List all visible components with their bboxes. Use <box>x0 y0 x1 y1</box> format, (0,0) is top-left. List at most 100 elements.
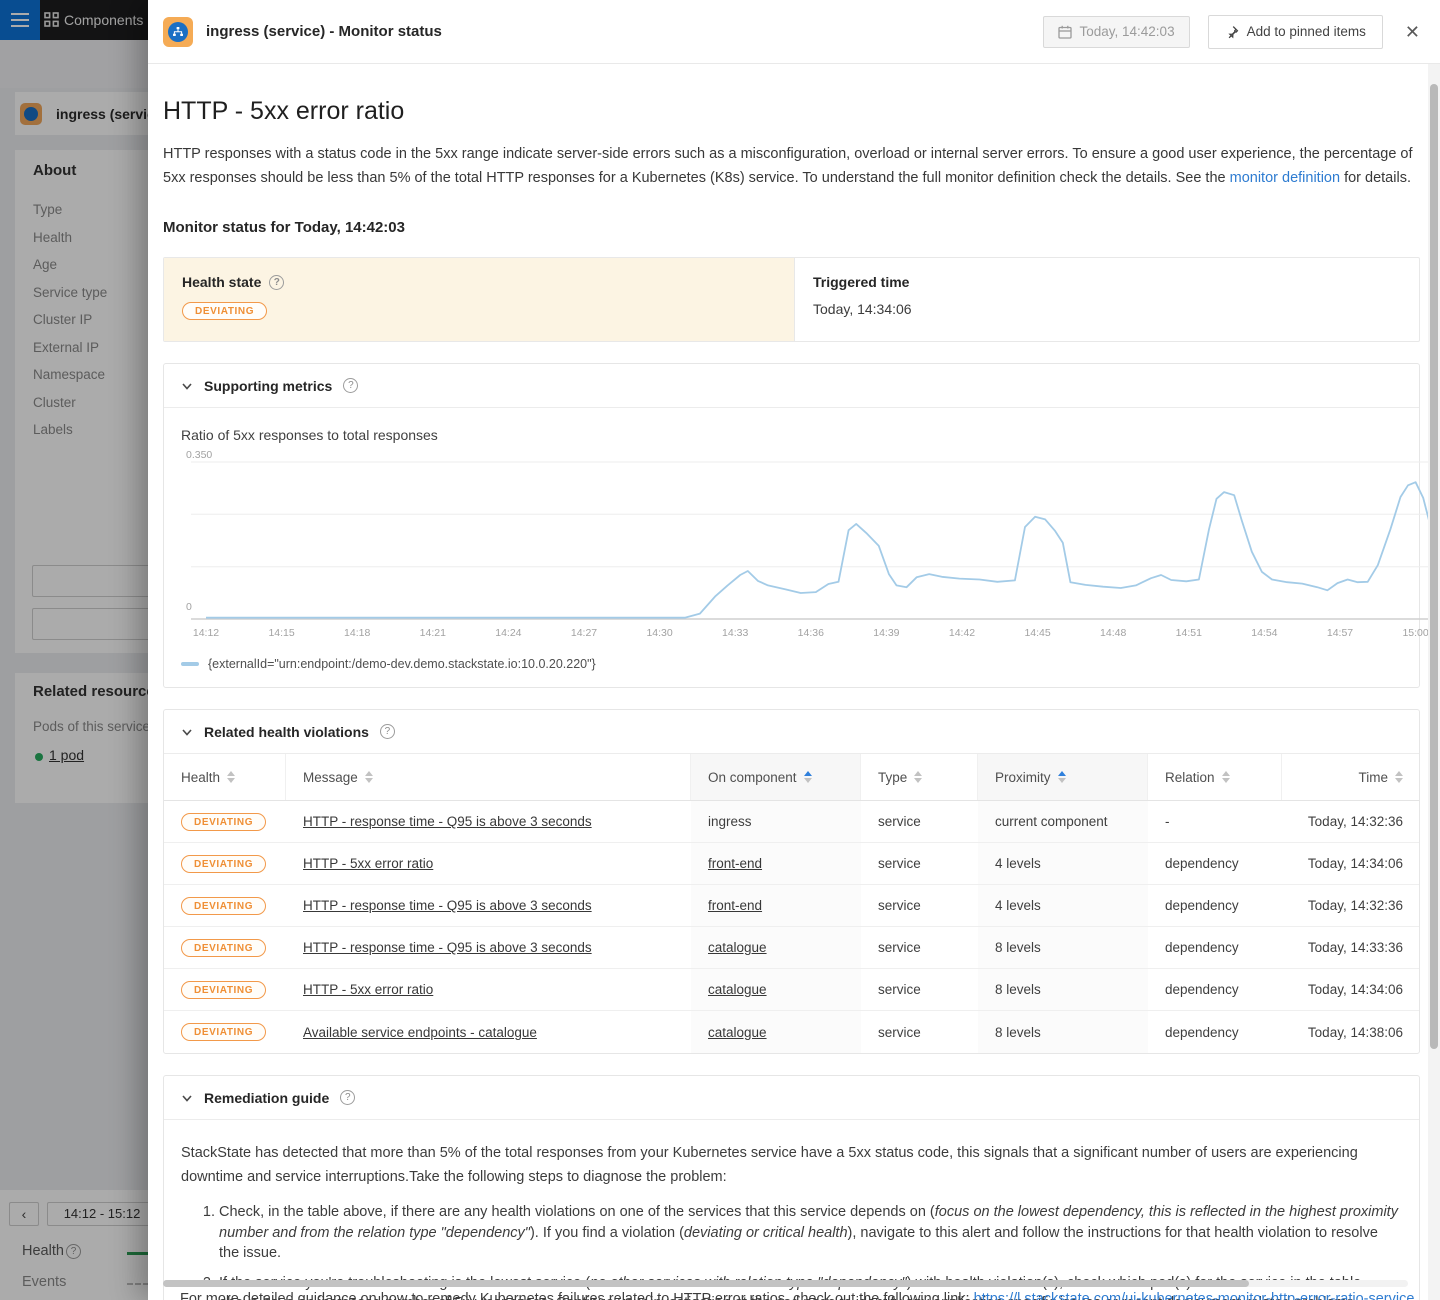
help-icon[interactable]: ? <box>343 378 358 393</box>
monitor-status-modal: ingress (service) - Monitor status Today… <box>148 0 1440 1300</box>
violation-message-link[interactable]: HTTP - response time - Q95 is above 3 se… <box>303 898 592 913</box>
remediation-header[interactable]: Remediation guide ? <box>164 1076 1419 1120</box>
chevron-down-icon <box>181 726 193 738</box>
pin-icon <box>1225 25 1239 39</box>
health-state-label: Health state <box>182 274 261 290</box>
x-tick-label: 14:15 <box>268 627 294 639</box>
type-cell: service <box>861 1025 978 1040</box>
violation-message-link[interactable]: HTTP - 5xx error ratio <box>303 982 433 997</box>
message-cell: HTTP - 5xx error ratio <box>286 982 691 997</box>
table-row: DEVIATING Available service endpoints - c… <box>164 1011 1419 1053</box>
proximity-cell: current component <box>978 801 1148 842</box>
health-state-section: Health state ? DEVIATING <box>164 258 794 341</box>
component-link[interactable]: catalogue <box>708 1025 767 1040</box>
table-row: DEVIATING HTTP - response time - Q95 is a… <box>164 801 1419 843</box>
table-row: DEVIATING HTTP - response time - Q95 is a… <box>164 885 1419 927</box>
relation-cell: dependency <box>1148 856 1282 871</box>
triggered-time-section: Triggered time Today, 14:34:06 <box>794 258 1419 341</box>
table-row: DEVIATING HTTP - response time - Q95 is a… <box>164 927 1419 969</box>
relation-cell: dependency <box>1148 1025 1282 1040</box>
legend-swatch <box>181 662 199 666</box>
remediation-guide-section: Remediation guide ? StackState has detec… <box>163 1075 1420 1300</box>
column-header-health[interactable]: Health <box>164 754 286 800</box>
violations-table-body: DEVIATING HTTP - response time - Q95 is a… <box>164 801 1419 1053</box>
inline-link[interactable]: monitor definition <box>1230 170 1340 186</box>
help-icon[interactable]: ? <box>269 275 284 290</box>
x-tick-label: 14:21 <box>420 627 446 639</box>
type-cell: service <box>861 898 978 913</box>
close-button[interactable]: ✕ <box>1405 23 1420 41</box>
violations-header[interactable]: Related health violations ? <box>164 710 1419 754</box>
violation-message-link[interactable]: Available service endpoints - catalogue <box>303 1025 537 1040</box>
chart-legend[interactable]: {externalId="urn:endpoint:/demo-dev.demo… <box>181 657 1419 671</box>
health-cell: DEVIATING <box>164 855 286 873</box>
help-icon[interactable]: ? <box>380 724 395 739</box>
x-tick-label: 14:18 <box>344 627 370 639</box>
chevron-down-icon <box>181 380 193 392</box>
component-cell: catalogue <box>691 1011 861 1053</box>
violation-message-link[interactable]: HTTP - response time - Q95 is above 3 se… <box>303 814 592 829</box>
component-cell: ingress <box>691 801 861 842</box>
sort-icon <box>1058 771 1066 783</box>
triggered-time-label: Triggered time <box>813 274 909 290</box>
line-chart[interactable]: 0.350 0 14:1214:1514:1814:2114:2414:2714… <box>191 455 1429 643</box>
component-link[interactable]: catalogue <box>708 982 767 997</box>
modal-header: ingress (service) - Monitor status Today… <box>148 0 1440 64</box>
health-state-box: Health state ? DEVIATING Triggered time … <box>163 257 1420 342</box>
supporting-metrics-header[interactable]: Supporting metrics ? <box>164 364 1419 408</box>
section-title: Remediation guide <box>204 1090 329 1106</box>
vertical-scrollbar-thumb[interactable] <box>1430 84 1438 1049</box>
column-header-on-component[interactable]: On component <box>691 754 861 800</box>
health-cell: DEVIATING <box>164 897 286 915</box>
x-tick-label: 14:51 <box>1176 627 1202 639</box>
sort-icon <box>1395 771 1403 783</box>
date-time-button[interactable]: Today, 14:42:03 <box>1043 16 1190 48</box>
column-header-message[interactable]: Message <box>286 754 691 800</box>
status-badge: DEVIATING <box>181 813 266 831</box>
relation-cell: dependency <box>1148 982 1282 997</box>
component-link[interactable]: catalogue <box>708 940 767 955</box>
column-header-type[interactable]: Type <box>861 754 978 800</box>
time-cell: Today, 14:32:36 <box>1282 898 1419 913</box>
proximity-cell: 4 levels <box>978 843 1148 884</box>
proximity-cell: 8 levels <box>978 1011 1148 1053</box>
add-to-pinned-items-button[interactable]: Add to pinned items <box>1208 15 1383 49</box>
horizontal-scrollbar-thumb[interactable] <box>163 1280 1249 1287</box>
component-link[interactable]: front-end <box>708 856 762 871</box>
proximity-cell: 8 levels <box>978 927 1148 968</box>
vertical-scrollbar-track[interactable] <box>1428 64 1440 1300</box>
proximity-cell: 8 levels <box>978 969 1148 1010</box>
component-link[interactable]: front-end <box>708 898 762 913</box>
status-badge: DEVIATING <box>182 302 267 320</box>
section-title: Related health violations <box>204 724 369 740</box>
legend-label: {externalId="urn:endpoint:/demo-dev.demo… <box>208 657 596 671</box>
triggered-time-value: Today, 14:34:06 <box>813 301 1401 317</box>
status-badge: DEVIATING <box>181 939 266 957</box>
proximity-cell: 4 levels <box>978 885 1148 926</box>
status-badge: DEVIATING <box>181 981 266 999</box>
column-header-proximity[interactable]: Proximity <box>978 754 1148 800</box>
relation-cell: - <box>1148 814 1282 829</box>
table-row: DEVIATING HTTP - 5xx error ratio catalogue… <box>164 969 1419 1011</box>
status-badge: DEVIATING <box>181 1023 266 1041</box>
modal-title: ingress (service) - Monitor status <box>206 23 1043 40</box>
table-row: DEVIATING HTTP - 5xx error ratio front-end… <box>164 843 1419 885</box>
time-cell: Today, 14:34:06 <box>1282 982 1419 997</box>
violation-message-link[interactable]: HTTP - 5xx error ratio <box>303 856 433 871</box>
remediation-intro: StackState has detected that more than 5… <box>181 1142 1396 1189</box>
column-header-relation[interactable]: Relation <box>1148 754 1282 800</box>
type-cell: service <box>861 982 978 997</box>
sort-icon <box>227 771 235 783</box>
column-header-time[interactable]: Time <box>1282 754 1419 800</box>
violation-message-link[interactable]: HTTP - response time - Q95 is above 3 se… <box>303 940 592 955</box>
x-tick-label: 14:33 <box>722 627 748 639</box>
modal-backdrop[interactable] <box>0 0 150 1300</box>
sort-icon <box>365 771 373 783</box>
inline-link[interactable]: https://l.stackstate.com/ui-kubernetes-m… <box>974 1291 1415 1300</box>
component-cell: front-end <box>691 885 861 926</box>
health-cell: DEVIATING <box>164 1023 286 1041</box>
time-cell: Today, 14:32:36 <box>1282 814 1419 829</box>
help-icon[interactable]: ? <box>340 1090 355 1105</box>
status-badge: DEVIATING <box>181 855 266 873</box>
remediation-step: Check, in the table above, if there are … <box>219 1202 1399 1264</box>
